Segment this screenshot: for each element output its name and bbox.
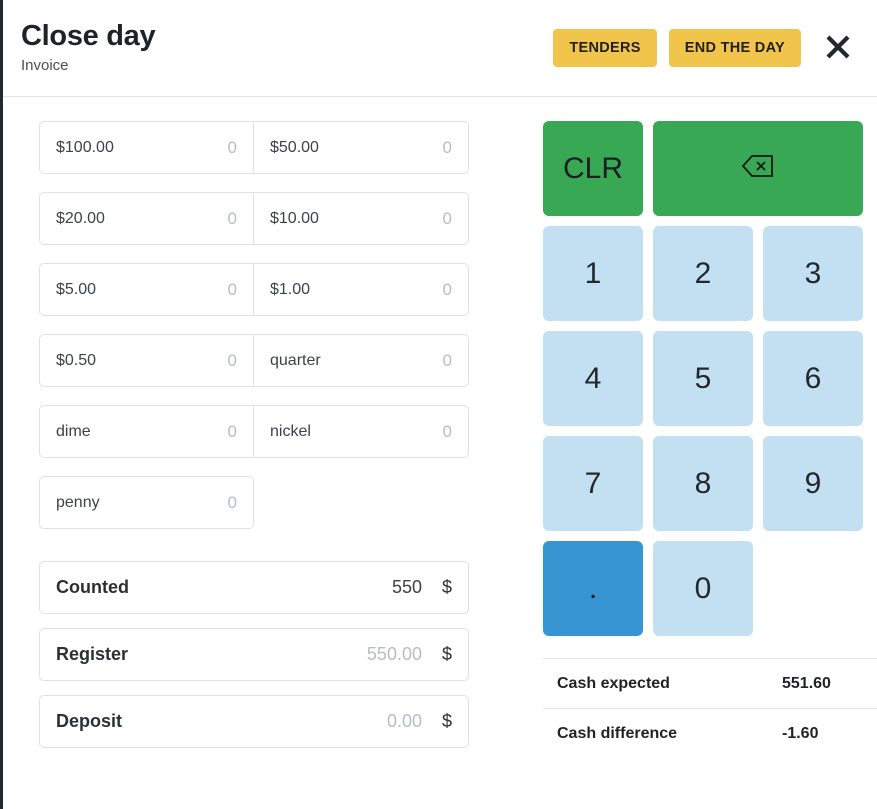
- close-button[interactable]: [816, 26, 860, 70]
- denomination-label: dime: [56, 422, 91, 440]
- denomination-field-50[interactable]: $50.00 0: [254, 121, 469, 174]
- cash-summary-table: Cash expected 551.60 Cash difference -1.…: [543, 658, 877, 759]
- denomination-row: penny 0: [39, 476, 505, 529]
- end-the-day-button[interactable]: END THE DAY: [668, 29, 801, 67]
- denomination-label: penny: [56, 493, 100, 511]
- cash-expected-label: Cash expected: [557, 674, 670, 692]
- summary-row-deposit[interactable]: Deposit 0.00 $: [39, 695, 469, 748]
- denomination-row: $0.50 0 quarter 0: [39, 334, 505, 387]
- summary-row-counted[interactable]: Counted 550 $: [39, 561, 469, 614]
- summary-label: Counted: [56, 577, 129, 597]
- summary-value: 0.00: [386, 711, 422, 731]
- denomination-field-1[interactable]: $1.00 0: [254, 263, 469, 316]
- key-0[interactable]: 0: [653, 541, 753, 636]
- denomination-row: $100.00 0 $50.00 0: [39, 121, 505, 174]
- denomination-value: 0: [227, 421, 237, 441]
- denomination-value: 0: [227, 350, 237, 370]
- denomination-row: $5.00 0 $1.00 0: [39, 263, 505, 316]
- keypad-panel: CLR 1 2 3 4 5 6 7 8 9 . 0 Cash expected …: [543, 121, 877, 762]
- denomination-label: $0.50: [56, 351, 97, 369]
- denomination-value: 0: [442, 350, 452, 370]
- summary-value: 550.00: [366, 644, 422, 664]
- denomination-field-10[interactable]: $10.00 0: [254, 192, 469, 245]
- denomination-value: 0: [227, 279, 237, 299]
- dialog-body: $100.00 0 $50.00 0 $20.00 0 $10.00 0 $5.…: [3, 97, 877, 762]
- denomination-panel: $100.00 0 $50.00 0 $20.00 0 $10.00 0 $5.…: [39, 121, 505, 762]
- numeric-keypad: CLR 1 2 3 4 5 6 7 8 9 . 0: [543, 121, 877, 636]
- denomination-label: $1.00: [270, 280, 311, 298]
- denomination-field-penny[interactable]: penny 0: [39, 476, 254, 529]
- currency-symbol: $: [441, 711, 452, 731]
- denomination-label: $100.00: [56, 138, 114, 156]
- denomination-value: 0: [442, 208, 452, 228]
- denomination-value: 0: [227, 137, 237, 157]
- summary-value: 550: [391, 577, 422, 597]
- currency-symbol: $: [441, 577, 452, 597]
- key-1[interactable]: 1: [543, 226, 643, 321]
- cash-expected-value: 551.60: [782, 674, 831, 692]
- cash-expected-row: Cash expected 551.60: [543, 659, 877, 709]
- denomination-value: 0: [227, 492, 237, 512]
- key-8[interactable]: 8: [653, 436, 753, 531]
- denomination-label: nickel: [270, 422, 311, 440]
- denomination-value: 0: [227, 208, 237, 228]
- cash-difference-label: Cash difference: [557, 725, 678, 742]
- key-3[interactable]: 3: [763, 226, 863, 321]
- cash-difference-value: -1.60: [782, 725, 819, 742]
- cash-difference-row: Cash difference -1.60: [543, 709, 877, 759]
- clear-key[interactable]: CLR: [543, 121, 643, 216]
- denomination-label: $20.00: [56, 209, 105, 227]
- summary-label: Deposit: [56, 711, 123, 731]
- page-title: Close day: [21, 20, 156, 52]
- decimal-point-label: .: [588, 571, 598, 605]
- denomination-label: $50.00: [270, 138, 319, 156]
- title-block: Close day Invoice: [21, 20, 156, 75]
- denomination-field-100[interactable]: $100.00 0: [39, 121, 254, 174]
- summary-label: Register: [56, 644, 129, 664]
- key-7[interactable]: 7: [543, 436, 643, 531]
- key-6[interactable]: 6: [763, 331, 863, 426]
- denomination-field-5[interactable]: $5.00 0: [39, 263, 254, 316]
- summary-row-register[interactable]: Register 550.00 $: [39, 628, 469, 681]
- denomination-label: quarter: [270, 351, 321, 369]
- key-9[interactable]: 9: [763, 436, 863, 531]
- tenders-button[interactable]: TENDERS: [553, 29, 657, 67]
- page-subtitle: Invoice: [21, 57, 69, 75]
- denomination-row: $20.00 0 $10.00 0: [39, 192, 505, 245]
- denomination-value: 0: [442, 421, 452, 441]
- key-5[interactable]: 5: [653, 331, 753, 426]
- denomination-row: dime 0 nickel 0: [39, 405, 505, 458]
- denomination-field-quarter[interactable]: quarter 0: [254, 334, 469, 387]
- denomination-field-20[interactable]: $20.00 0: [39, 192, 254, 245]
- denomination-label: $10.00: [270, 209, 319, 227]
- dialog-header: Close day Invoice TENDERS END THE DAY: [3, 0, 877, 97]
- denomination-label: $5.00: [56, 280, 97, 298]
- close-day-dialog: Close day Invoice TENDERS END THE DAY $1…: [0, 0, 877, 809]
- currency-symbol: $: [441, 644, 452, 664]
- denomination-value: 0: [442, 137, 452, 157]
- backspace-key[interactable]: [653, 121, 863, 216]
- key-decimal[interactable]: .: [543, 541, 643, 636]
- denomination-value: 0: [442, 279, 452, 299]
- close-icon: [823, 32, 853, 65]
- denomination-field-dime[interactable]: dime 0: [39, 405, 254, 458]
- denomination-field-half-dollar[interactable]: $0.50 0: [39, 334, 254, 387]
- key-2[interactable]: 2: [653, 226, 753, 321]
- keypad-empty-slot: [763, 541, 863, 636]
- key-4[interactable]: 4: [543, 331, 643, 426]
- header-actions: TENDERS END THE DAY: [553, 29, 801, 67]
- denomination-field-nickel[interactable]: nickel 0: [254, 405, 469, 458]
- backspace-icon: [741, 152, 775, 186]
